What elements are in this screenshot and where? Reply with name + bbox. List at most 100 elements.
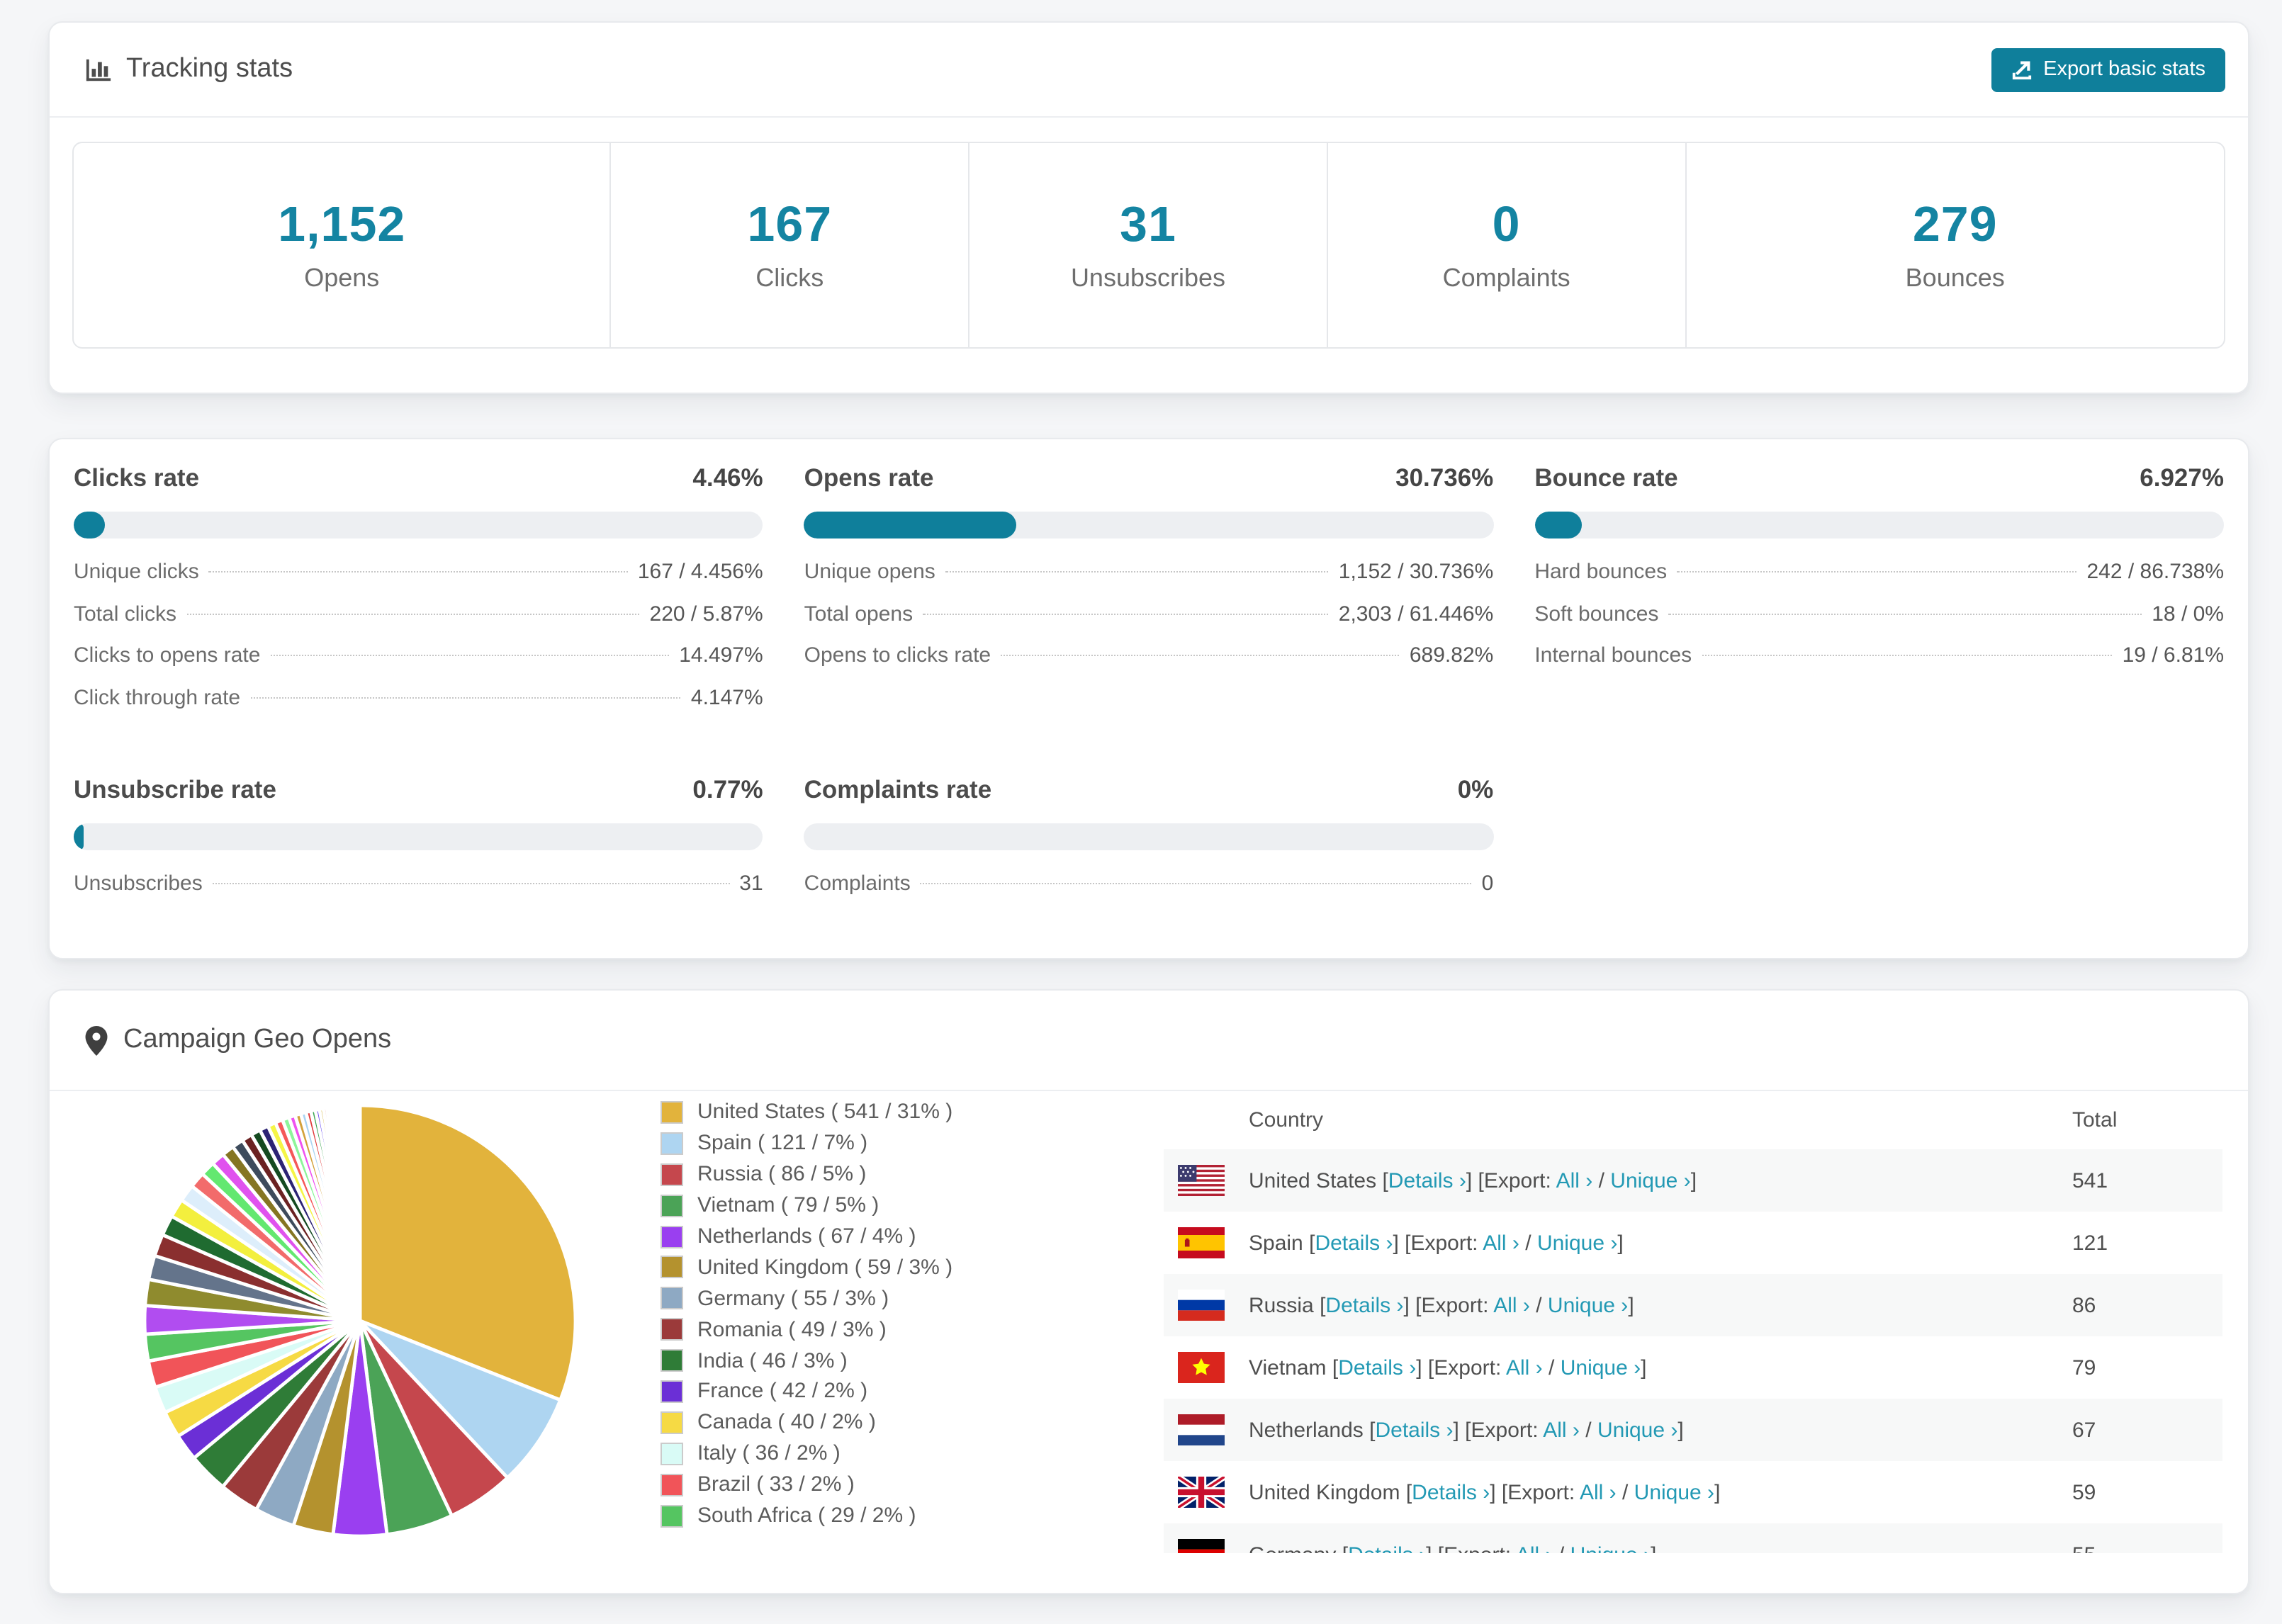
export-unique-link[interactable]: Unique ›	[1634, 1480, 1714, 1504]
summary-value: 0	[1492, 197, 1521, 252]
dotted-leader	[186, 613, 640, 614]
legend-label: United Kingdom ( 59 / 3% )	[697, 1255, 953, 1280]
total-cell: 67	[2072, 1418, 2096, 1442]
legend-label: Netherlands ( 67 / 4% )	[697, 1224, 916, 1248]
geo-table-row-gb: United Kingdom [Details ›] [Export: All …	[1164, 1461, 2222, 1523]
country-cell: Vietnam [Details ›] [Export: All › / Uni…	[1249, 1355, 1647, 1380]
summary-value: 31	[1120, 197, 1176, 252]
country-cell: Russia [Details ›] [Export: All › / Uniq…	[1249, 1293, 1634, 1317]
stat-value: 0	[1481, 872, 1494, 896]
legend-item-canada[interactable]: Canada ( 40 / 2% )	[661, 1407, 1157, 1438]
legend-item-france[interactable]: France ( 42 / 2% )	[661, 1376, 1157, 1407]
details-link[interactable]: Details ›	[1338, 1355, 1416, 1380]
legend-item-vietnam[interactable]: Vietnam ( 79 / 5% )	[661, 1190, 1157, 1221]
stat-label: Clicks to opens rate	[74, 643, 261, 667]
summary-label: Complaints	[1442, 264, 1570, 292]
country-column-header: Country	[1249, 1108, 1324, 1132]
summary-cell-opens: 1,152 Opens	[74, 143, 612, 347]
stat-value: 4.147%	[690, 685, 763, 709]
export-all-link[interactable]: All ›	[1493, 1293, 1530, 1317]
summary-value: 1,152	[278, 197, 406, 252]
legend-item-netherlands[interactable]: Netherlands ( 67 / 4% )	[661, 1221, 1157, 1252]
legend-swatch	[661, 1132, 683, 1155]
rate-stat-rows: Complaints 0	[804, 872, 1494, 913]
stat-label: Complaints	[804, 872, 911, 896]
dotted-leader	[1001, 655, 1400, 656]
export-unique-link[interactable]: Unique ›	[1597, 1418, 1677, 1442]
country-name: Germany	[1249, 1543, 1342, 1553]
export-all-link[interactable]: All ›	[1483, 1231, 1519, 1255]
export-all-link[interactable]: All ›	[1506, 1355, 1543, 1380]
legend-item-spain[interactable]: Spain ( 121 / 7% )	[661, 1128, 1157, 1159]
rate-stat-rows: Unique opens 1,152 / 30.736% Total opens 2,…	[804, 560, 1494, 685]
rate-stat-rows: Hard bounces 242 / 86.738% Soft bounces 18 …	[1534, 560, 2224, 685]
stat-row: Clicks to opens rate 14.497%	[74, 643, 763, 685]
export-all-link[interactable]: All ›	[1580, 1480, 1617, 1504]
details-link[interactable]: Details ›	[1348, 1543, 1426, 1553]
stat-label: Opens to clicks rate	[804, 643, 991, 667]
details-link[interactable]: Details ›	[1412, 1480, 1490, 1504]
stat-row: Internal bounces 19 / 6.81%	[1534, 643, 2224, 685]
legend-item-brazil[interactable]: Brazil ( 33 / 2% )	[661, 1469, 1157, 1500]
stat-row: Soft bounces 18 / 0%	[1534, 602, 2224, 643]
bar-chart-icon	[85, 56, 112, 83]
geo-opens-card: Campaign Geo Opens United States ( 541 /…	[48, 989, 2249, 1594]
rate-title: Opens rate	[804, 463, 934, 492]
legend-label: Spain ( 121 / 7% )	[697, 1131, 868, 1156]
flag-nl-icon	[1178, 1414, 1225, 1445]
legend-item-germany[interactable]: Germany ( 55 / 3% )	[661, 1283, 1157, 1314]
stat-label: Total opens	[804, 602, 914, 626]
summary-cell-bounces: 279 Bounces	[1686, 143, 2224, 347]
legend-item-italy[interactable]: Italy ( 36 / 2% )	[661, 1438, 1157, 1470]
rate-stat-rows: Unsubscribes 31	[74, 872, 763, 913]
export-unique-link[interactable]: Unique ›	[1610, 1168, 1690, 1192]
rate-block-complaints-rate: Complaints rate 0% Complaints 0	[804, 775, 1494, 913]
legend-label: Italy ( 36 / 2% )	[697, 1441, 841, 1466]
flag-de-icon	[1178, 1539, 1225, 1553]
stat-label: Click through rate	[74, 685, 241, 709]
legend-item-united-states[interactable]: United States ( 541 / 31% )	[661, 1097, 1157, 1128]
stat-value: 220 / 5.87%	[649, 602, 763, 626]
rate-progress-track	[804, 823, 1494, 850]
geo-table-header: Country Total	[1164, 1091, 2222, 1149]
flag-gb-icon	[1178, 1477, 1225, 1508]
export-unique-link[interactable]: Unique ›	[1548, 1293, 1628, 1317]
legend-item-south-africa[interactable]: South Africa ( 29 / 2% )	[661, 1500, 1157, 1531]
rate-progress-fill	[804, 512, 1016, 538]
legend-label: Romania ( 49 / 3% )	[697, 1317, 887, 1342]
country-name: United States	[1249, 1168, 1383, 1192]
rate-stat-rows: Unique clicks 167 / 4.456% Total clicks 220…	[74, 560, 763, 727]
legend-item-russia[interactable]: Russia ( 86 / 5% )	[661, 1159, 1157, 1190]
legend-item-united-kingdom[interactable]: United Kingdom ( 59 / 3% )	[661, 1252, 1157, 1283]
stat-label: Unique clicks	[74, 560, 199, 584]
summary-grid: 1,152 Opens 167 Clicks 31 Unsubscribes 0 Compla…	[72, 142, 2225, 349]
legend-swatch	[661, 1225, 683, 1248]
geo-table-row-ru: Russia [Details ›] [Export: All › / Uniq…	[1164, 1274, 2222, 1336]
export-all-link[interactable]: All ›	[1516, 1543, 1553, 1553]
rate-progress-fill	[74, 823, 84, 850]
legend-swatch	[661, 1100, 683, 1124]
legend-item-india[interactable]: India ( 46 / 3% )	[661, 1345, 1157, 1376]
rate-progress-fill	[1534, 512, 1583, 538]
country-name: Spain	[1249, 1231, 1310, 1255]
details-link[interactable]: Details ›	[1375, 1418, 1453, 1442]
export-all-link[interactable]: All ›	[1556, 1168, 1593, 1192]
rates-card: Clicks rate 4.46% Unique clicks 167 / 4.456…	[48, 438, 2249, 959]
details-link[interactable]: Details ›	[1325, 1293, 1403, 1317]
pie-slice-other	[357, 1103, 362, 1323]
summary-label: Opens	[304, 264, 380, 292]
legend-item-romania[interactable]: Romania ( 49 / 3% )	[661, 1314, 1157, 1345]
export-unique-link[interactable]: Unique ›	[1537, 1231, 1617, 1255]
export-basic-stats-button[interactable]: Export basic stats	[1991, 47, 2225, 91]
rate-block-bounce-rate: Bounce rate 6.927% Hard bounces 242 / 86.73…	[1534, 463, 2224, 727]
details-link[interactable]: Details ›	[1315, 1231, 1393, 1255]
export-unique-link[interactable]: Unique ›	[1561, 1355, 1641, 1380]
stat-label: Unique opens	[804, 560, 935, 584]
details-link[interactable]: Details ›	[1388, 1168, 1466, 1192]
rate-header: Bounce rate 6.927%	[1534, 463, 2224, 493]
export-all-link[interactable]: All ›	[1543, 1418, 1580, 1442]
export-unique-link[interactable]: Unique ›	[1570, 1543, 1651, 1553]
country-name: Vietnam	[1249, 1355, 1332, 1380]
stat-row: Total opens 2,303 / 61.446%	[804, 602, 1494, 643]
tracking-stats-page: Tracking stats Export basic stats 1,152 O…	[0, 0, 2282, 1624]
